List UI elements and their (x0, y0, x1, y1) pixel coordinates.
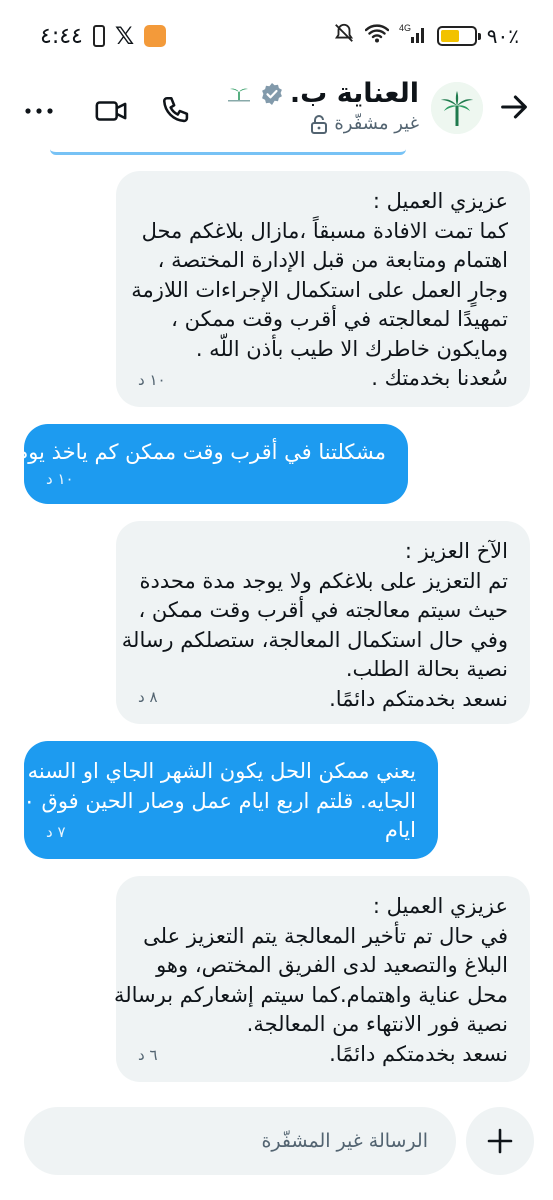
message-line: نصية بحالة الطلب. (345, 657, 508, 681)
chat-header: العناية ب. غير مشفّرة (0, 72, 553, 150)
message-input-placeholder: الرسالة غير المشفّرة (261, 1130, 428, 1152)
incoming-message[interactable]: الآخ العزيز : تم التعزيز على بلاغكم ولا … (116, 521, 530, 724)
message-line: تم التعزيز على بلاغكم ولا يوجد مدة محددة (139, 568, 508, 593)
plus-icon (487, 1128, 513, 1154)
avatar[interactable] (431, 82, 483, 134)
verified-badge-icon (262, 82, 282, 105)
scrolled-message-edge (50, 149, 406, 155)
message-line: حيث سيتم معالجته في أقرب وقت ممكن ، (138, 598, 508, 622)
message-line: مشكلتنا في أقرب وقت ممكن كم ياخذ يوم (15, 440, 386, 464)
cellular-icon: 4G (399, 22, 427, 49)
wifi-icon (364, 23, 389, 48)
message-timestamp: ٦ د (138, 1045, 158, 1064)
message-line: البلاغ والتصعيد لدى الفريق المختص، وهو (156, 953, 508, 977)
message-line: نسعد بخدمتكم دائمًا. (329, 686, 508, 711)
chat-title: العناية ب. (289, 78, 419, 109)
x-app-icon: 𝕏 (114, 22, 135, 50)
message-line: نسعد بخدمتكم دائمًا. (329, 1041, 508, 1066)
battery-icon (92, 25, 105, 47)
message-input[interactable]: الرسالة غير المشفّرة (24, 1107, 456, 1175)
svg-text:4G: 4G (399, 23, 411, 33)
message-line: سُعدنا بخدمتك . (371, 366, 508, 390)
message-line: تمهيدًا لمعالجته في أقرب وقت ممكن ، (171, 307, 508, 331)
message-line: عزيزي العميل : (372, 189, 508, 213)
message-timestamp: ٧ د (46, 822, 66, 841)
encryption-status: غير مشفّرة (334, 113, 419, 134)
phone-call-icon[interactable] (160, 94, 194, 128)
incoming-message[interactable]: عزيزي العميل : كما تمت الافادة مسبقاً ،م… (116, 171, 530, 407)
unlocked-icon (311, 114, 328, 134)
status-time: ٤:٤٤ (40, 23, 83, 49)
message-line: وجارٍ العمل على استكمال الإجراءات اللازم… (131, 277, 508, 302)
battery-level-icon (436, 25, 481, 46)
app-notification-icon (144, 25, 167, 47)
incoming-message[interactable]: عزيزي العميل : في حال تم تأخير المعالجة … (114, 876, 530, 1082)
status-bar: ٤:٤٤ 𝕏 4G ٩٠٪ (0, 0, 553, 72)
message-line: الآخ العزيز : (404, 539, 508, 563)
message-line: عزيزي العميل : (372, 894, 508, 918)
message-timestamp: ١٠ د (138, 370, 166, 389)
palm-logo-icon (431, 82, 483, 134)
message-line: يعني ممكن الحل يكون الشهر الجاي او السنه (27, 759, 416, 783)
mute-icon (333, 22, 355, 49)
back-arrow-icon[interactable] (497, 90, 531, 124)
message-line: محل عناية واهتمام.كما سيتم إشعاركم برسال… (114, 982, 508, 1007)
message-line: الجايه. قلتم اربع ايام عمل وصار الحين فو… (12, 788, 416, 813)
org-logo-icon (227, 88, 250, 101)
outgoing-message[interactable]: يعني ممكن الحل يكون الشهر الجاي او السنه… (12, 741, 438, 859)
message-timestamp: ٨ د (138, 687, 158, 706)
message-line: كما تمت الافادة مسبقاً ،مازال بلاغكم محل (141, 218, 508, 243)
more-options-icon[interactable] (22, 94, 56, 128)
battery-percent: ٩٠٪ (486, 23, 519, 48)
message-line: ايام (384, 818, 416, 842)
add-attachment-button[interactable] (466, 1107, 534, 1175)
message-line: نصية فور الانتهاء من المعالجة. (246, 1012, 508, 1036)
message-line: وفي حال استكمال المعالجة، ستصلكم رسالة (121, 627, 508, 652)
message-line: ومايكون خاطرك الا طيب بأذن اللّه . (195, 336, 508, 361)
video-call-icon[interactable] (94, 94, 128, 128)
message-line: اهتمام ومتابعة من قبل الإدارة المختصة ، (157, 248, 508, 272)
message-line: في حال تم تأخير المعالجة يتم التعزيز على (143, 923, 508, 948)
message-timestamp: ١٠ د (46, 469, 74, 488)
outgoing-message[interactable]: مشكلتنا في أقرب وقت ممكن كم ياخذ يوم ١٠ … (15, 424, 408, 504)
